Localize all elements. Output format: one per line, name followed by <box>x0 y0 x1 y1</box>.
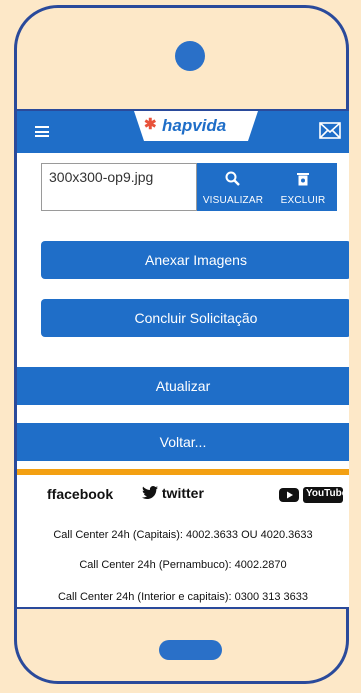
facebook-link[interactable]: ffacebook <box>47 486 113 502</box>
orange-divider <box>17 469 349 475</box>
twitter-icon <box>142 485 162 501</box>
logo-text: hapvida <box>162 116 227 135</box>
twitter-link[interactable]: twitter <box>142 485 204 501</box>
file-name: 300x300-op9.jpg <box>49 169 154 185</box>
view-file-label: VISUALIZAR <box>202 195 264 206</box>
trash-icon <box>269 171 337 192</box>
social-links: ffacebook twitter YouTube <box>17 483 349 507</box>
phone-camera <box>175 41 205 71</box>
menu-icon[interactable] <box>35 126 49 137</box>
call-center-pernambuco: Call Center 24h (Pernambuco): 4002.2870 <box>79 559 287 571</box>
attach-images-button[interactable]: Anexar Imagens <box>41 241 349 279</box>
finish-request-button[interactable]: Concluir Solicitação <box>41 299 349 337</box>
search-icon <box>197 171 269 192</box>
back-button[interactable]: Voltar... <box>17 423 349 461</box>
app-screen: ✱ hapvida 300x300-op9.jpg VISUALIZAR EXC… <box>17 109 349 609</box>
logo-mark-icon: ✱ <box>144 116 157 133</box>
twitter-label: twitter <box>161 485 204 501</box>
top-bar: ✱ hapvida <box>17 111 349 153</box>
youtube-label: YouTube <box>306 488 348 499</box>
call-center-capitals: Call Center 24h (Capitais): 4002.3633 OU… <box>53 529 313 541</box>
delete-file-button[interactable]: EXCLUIR <box>269 163 337 211</box>
youtube-link[interactable]: YouTube <box>279 486 348 509</box>
delete-file-label: EXCLUIR <box>280 195 326 206</box>
call-center-interior: Call Center 24h (Interior e capitais): 0… <box>57 591 309 603</box>
home-button[interactable] <box>159 640 222 660</box>
attached-file-row: 300x300-op9.jpg VISUALIZAR EXCLUIR <box>41 163 337 213</box>
facebook-label: facebook <box>51 486 114 502</box>
file-name-box: 300x300-op9.jpg <box>41 163 197 211</box>
mail-icon[interactable] <box>319 122 341 144</box>
view-file-button[interactable]: VISUALIZAR <box>197 163 269 211</box>
logo[interactable]: ✱ hapvida <box>134 111 258 141</box>
refresh-button[interactable]: Atualizar <box>17 367 349 405</box>
